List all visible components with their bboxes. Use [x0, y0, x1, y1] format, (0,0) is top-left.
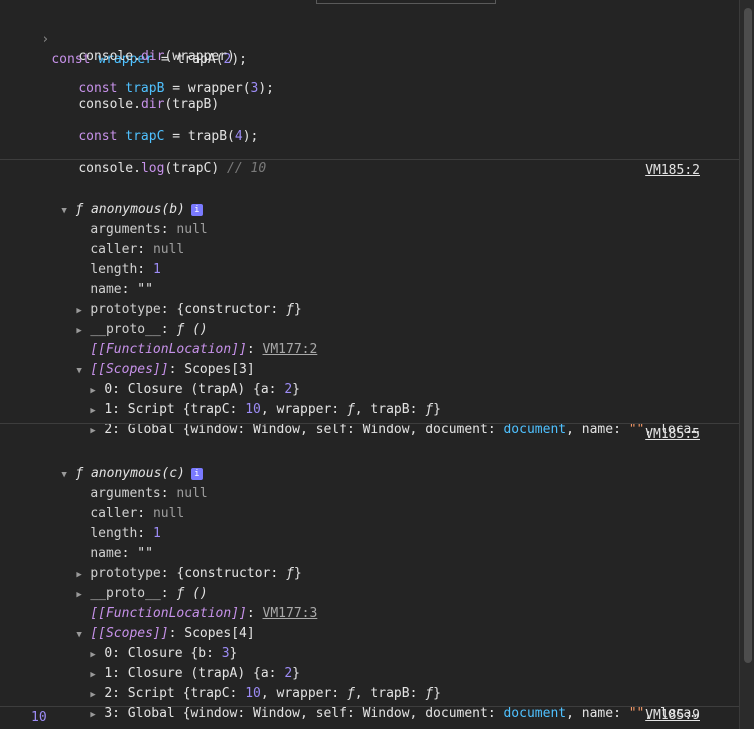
input-line-4: console.dir(trapB)	[78, 97, 220, 112]
prop-scopes[interactable]: ▼ [[Scopes]]: Scopes[3]	[45, 340, 254, 377]
prop-function-location: [[FunctionLocation]]: VM177:3	[90, 606, 318, 621]
source-link[interactable]: VM185:5	[645, 427, 700, 442]
separator	[0, 423, 740, 424]
prop-name: name: ""	[90, 282, 153, 297]
triangle-right-icon[interactable]: ▶	[90, 421, 104, 441]
input-line-5: const trapC = trapB(4);	[78, 129, 259, 144]
devtools-console: › const wrapper = trapA(2); console.dir(…	[0, 0, 754, 729]
separator	[0, 159, 740, 160]
scrollbar[interactable]	[739, 0, 754, 729]
scope-item[interactable]: ▶ 3: Global {window: Window, self: Window…	[59, 684, 699, 721]
prop-prototype[interactable]: ▶ prototype: {constructor: ƒ}	[45, 544, 301, 581]
source-link[interactable]: VM185:2	[645, 163, 700, 178]
prop-function-location: [[FunctionLocation]]: VM177:2	[90, 342, 318, 357]
prop-length: length: 1	[90, 262, 161, 277]
prop-arguments: arguments: null	[90, 222, 208, 237]
prop-length: length: 1	[90, 526, 161, 541]
location-link[interactable]: VM177:2	[263, 342, 318, 357]
prop-proto[interactable]: ▶ __proto__: ƒ ()	[45, 300, 207, 337]
triangle-right-icon[interactable]: ▶	[90, 705, 104, 725]
location-link[interactable]: VM177:3	[263, 606, 318, 621]
prop-caller: caller: null	[90, 506, 185, 521]
scope-item[interactable]: ▶ 1: Closure (trapA) {a: 2}	[59, 644, 300, 681]
function-header[interactable]: ▼ ƒ anonymous(b) i	[30, 180, 203, 217]
prop-prototype[interactable]: ▶ prototype: {constructor: ƒ}	[45, 280, 301, 317]
input-line-6: console.log(trapC) // 10	[78, 161, 267, 176]
separator	[0, 706, 740, 707]
scope-item[interactable]: ▶ 0: Closure (trapA) {a: 2}	[59, 360, 300, 397]
source-link[interactable]: VM185:9	[645, 708, 700, 723]
prop-arguments: arguments: null	[90, 486, 208, 501]
scope-item[interactable]: ▶ 2: Global {window: Window, self: Window…	[59, 400, 699, 437]
log-value: 10	[31, 710, 47, 725]
scope-item[interactable]: ▶ 0: Closure {b: 3}	[59, 624, 237, 661]
prop-scopes[interactable]: ▼ [[Scopes]]: Scopes[4]	[45, 604, 254, 641]
tab-edge	[316, 0, 496, 4]
prop-name: name: ""	[90, 546, 153, 561]
scrollbar-thumb[interactable]	[744, 8, 752, 663]
scope-item[interactable]: ▶ 1: Script {trapC: 10, wrapper: ƒ, trapB…	[59, 380, 441, 417]
input-line-2: console.dir(wrapper)	[78, 49, 235, 64]
scope-item[interactable]: ▶ 2: Script {trapC: 10, wrapper: ƒ, trapB…	[59, 664, 441, 701]
function-header[interactable]: ▼ ƒ anonymous(c) i	[30, 444, 203, 481]
prop-proto[interactable]: ▶ __proto__: ƒ ()	[45, 564, 207, 601]
prop-caller: caller: null	[90, 242, 185, 257]
